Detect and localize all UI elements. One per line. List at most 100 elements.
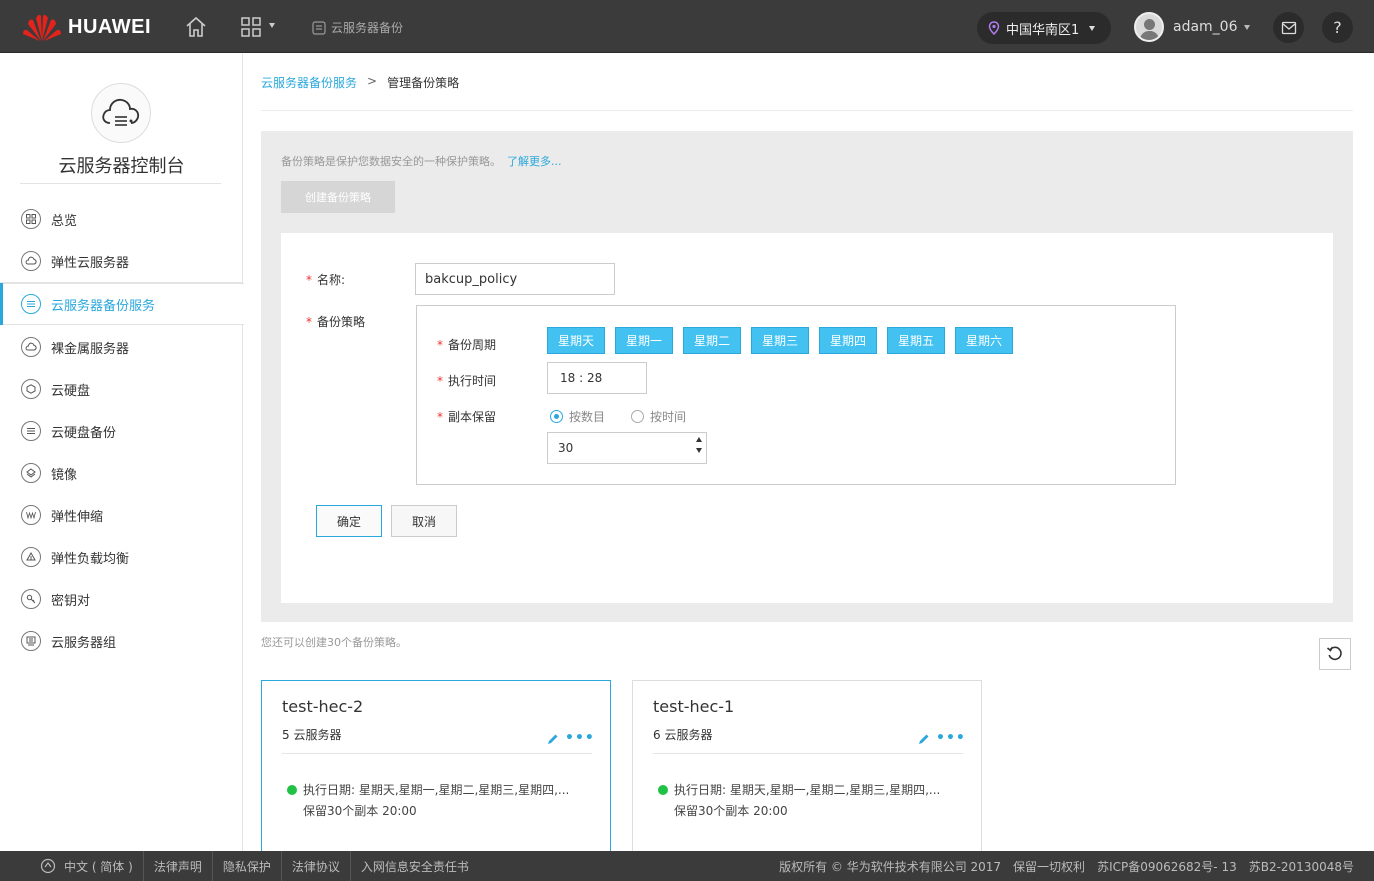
create-policy-button[interactable]: 创建备份策略 xyxy=(281,181,395,213)
status-dot-icon xyxy=(658,784,668,795)
disk-icon xyxy=(21,379,41,399)
sidebar-item-label: 弹性负载均衡 xyxy=(51,551,130,567)
help-button[interactable]: ? xyxy=(1322,12,1353,43)
day-toggle-saturday[interactable]: 星期六 xyxy=(955,327,1013,354)
bare-metal-icon xyxy=(21,337,41,357)
arrow-down-icon[interactable] xyxy=(696,448,702,453)
username: adam_06 xyxy=(1173,19,1238,35)
retention-by-time-label: 按时间 xyxy=(650,410,687,424)
schedule-status: 执行日期: 星期天,星期一,星期二,星期三,星期四,... xyxy=(658,781,940,798)
retention-count-stepper[interactable]: 30 xyxy=(547,432,707,464)
messages-button[interactable] xyxy=(1273,12,1304,43)
refresh-icon xyxy=(1326,646,1342,661)
avatar xyxy=(1134,12,1164,42)
more-options-icon[interactable]: ••• xyxy=(565,731,595,745)
day-toggle-monday[interactable]: 星期一 xyxy=(615,327,673,354)
language-label: 中文 ( 简体 ) xyxy=(64,859,133,874)
current-service-link[interactable]: 云服务器备份 xyxy=(311,19,403,36)
top-bar: HUAWEI 云服务器备份 中国华南区1 adam_06 ? xyxy=(0,0,1374,53)
footer-link-agreement[interactable]: 法律协议 xyxy=(282,851,351,881)
create-policy-form: * 名称: bakcup_policy * 备份策略 * 备份周期 星期天 星期一 星… xyxy=(281,233,1333,603)
policy-label: * 备份策略 xyxy=(306,313,365,330)
breadcrumb: 云服务器备份服务 > 管理备份策略 xyxy=(261,74,459,91)
home-icon xyxy=(186,16,206,37)
radio-unselected[interactable] xyxy=(631,410,645,423)
sidebar-item-label: 云服务器备份服务 xyxy=(51,298,156,314)
retention-by-count-option[interactable]: 按数目 xyxy=(550,408,605,425)
huawei-logo[interactable]: HUAWEI xyxy=(22,11,151,43)
mail-icon xyxy=(1281,21,1296,34)
intro-description: 备份策略是保护您数据安全的一种保护策略。 xyxy=(281,155,501,168)
user-menu[interactable]: adam_06 xyxy=(1134,12,1250,42)
schedule-status: 执行日期: 星期天,星期一,星期二,星期三,星期四,... xyxy=(287,781,569,798)
language-selector[interactable]: 中文 ( 简体 ) xyxy=(30,851,144,881)
sidebar-item-image[interactable]: 镜像 xyxy=(0,452,243,494)
sidebar-item-label: 云硬盘 xyxy=(51,383,91,399)
radio-selected[interactable] xyxy=(550,410,563,423)
day-toggle-tuesday[interactable]: 星期二 xyxy=(683,327,741,354)
edit-button[interactable] xyxy=(918,733,930,748)
retention-by-time-option[interactable]: 按时间 xyxy=(631,408,686,425)
retention-label-text: 副本保留 xyxy=(448,410,497,424)
policy-card[interactable]: test-hec-1 6 云服务器 ••• 执行日期: 星期天,星期一,星期二,… xyxy=(632,680,982,852)
schedule-text: 执行日期: 星期天,星期一,星期二,星期三,星期四,... xyxy=(674,783,941,797)
name-label-text: 名称: xyxy=(317,273,346,287)
confirm-button[interactable]: 确定 xyxy=(316,505,382,537)
intro-text: 备份策略是保护您数据安全的一种保护策略。 了解更多... xyxy=(281,153,562,169)
refresh-button[interactable] xyxy=(1319,638,1351,670)
sidebar-item-backup-service[interactable]: 云服务器备份服务 xyxy=(0,283,244,325)
sidebar-item-label: 云硬盘备份 xyxy=(51,425,117,441)
cloud-console-icon xyxy=(91,83,151,143)
backup-service-icon xyxy=(312,20,326,35)
service-list-button[interactable] xyxy=(238,14,264,40)
cycle-label: * 备份周期 xyxy=(437,336,496,353)
sidebar-item-label: 镜像 xyxy=(51,467,78,483)
sidebar-item-server-group[interactable]: 云服务器组 xyxy=(0,620,243,662)
cycle-label-text: 备份周期 xyxy=(448,338,497,352)
backup-icon xyxy=(21,294,41,314)
cancel-button[interactable]: 取消 xyxy=(391,505,457,537)
status-dot-icon xyxy=(287,784,297,795)
breadcrumb-parent-link[interactable]: 云服务器备份服务 xyxy=(261,74,357,91)
required-mark: * xyxy=(437,374,443,388)
sidebar-item-autoscaling[interactable]: 弹性伸缩 xyxy=(0,494,243,536)
execution-time-input[interactable]: 18 : 28 xyxy=(547,362,647,394)
retention-mode-group: 按数目 按时间 xyxy=(550,408,712,425)
divider xyxy=(261,110,1353,111)
overview-icon xyxy=(21,209,41,229)
region-selector[interactable]: 中国华南区1 xyxy=(977,12,1111,44)
footer-link-privacy[interactable]: 隐私保护 xyxy=(213,851,282,881)
sidebar-item-ecs[interactable]: 弹性云服务器 xyxy=(0,240,243,282)
retention-text: 保留30个副本 20:00 xyxy=(303,804,417,818)
arrow-up-icon[interactable] xyxy=(696,437,702,442)
ecs-icon xyxy=(21,251,41,271)
day-toggle-sunday[interactable]: 星期天 xyxy=(547,327,605,354)
edit-button[interactable] xyxy=(547,733,559,748)
day-toggle-friday[interactable]: 星期五 xyxy=(887,327,945,354)
policy-name: test-hec-2 xyxy=(282,697,364,716)
sidebar-item-bare-metal[interactable]: 裸金属服务器 xyxy=(0,326,243,368)
policy-name-input[interactable]: bakcup_policy xyxy=(415,263,615,295)
day-toggle-wednesday[interactable]: 星期三 xyxy=(751,327,809,354)
footer-link-legal[interactable]: 法律声明 xyxy=(144,851,213,881)
footer-link-security[interactable]: 入网信息安全责任书 xyxy=(351,851,479,881)
home-button[interactable] xyxy=(183,14,209,40)
console-title: 云服务器控制台 xyxy=(58,156,185,177)
retention-text: 保留30个副本 20:00 xyxy=(674,804,788,818)
day-toggle-thursday[interactable]: 星期四 xyxy=(819,327,877,354)
sidebar-item-key-pair[interactable]: 密钥对 xyxy=(0,578,243,620)
brand-name: HUAWEI xyxy=(68,15,151,38)
sidebar-item-load-balancer[interactable]: 弹性负载均衡 xyxy=(0,536,243,578)
sidebar-item-disk-backup[interactable]: 云硬盘备份 xyxy=(0,410,243,452)
copyright-text: 版权所有 © 华为软件技术有限公司 2017 xyxy=(779,859,1002,874)
policy-card[interactable]: test-hec-2 5 云服务器 ••• 执行日期: 星期天,星期一,星期二,… xyxy=(261,680,611,852)
load-balancer-icon xyxy=(21,547,41,567)
learn-more-link[interactable]: 了解更多... xyxy=(507,155,562,168)
divider xyxy=(20,183,221,184)
sidebar-item-overview[interactable]: 总览 xyxy=(0,198,243,240)
name-label: * 名称: xyxy=(306,271,345,288)
sidebar-item-disk[interactable]: 云硬盘 xyxy=(0,368,243,410)
stepper-arrows[interactable] xyxy=(696,437,702,453)
chevron-down-icon[interactable] xyxy=(269,23,275,28)
more-options-icon[interactable]: ••• xyxy=(936,731,966,745)
